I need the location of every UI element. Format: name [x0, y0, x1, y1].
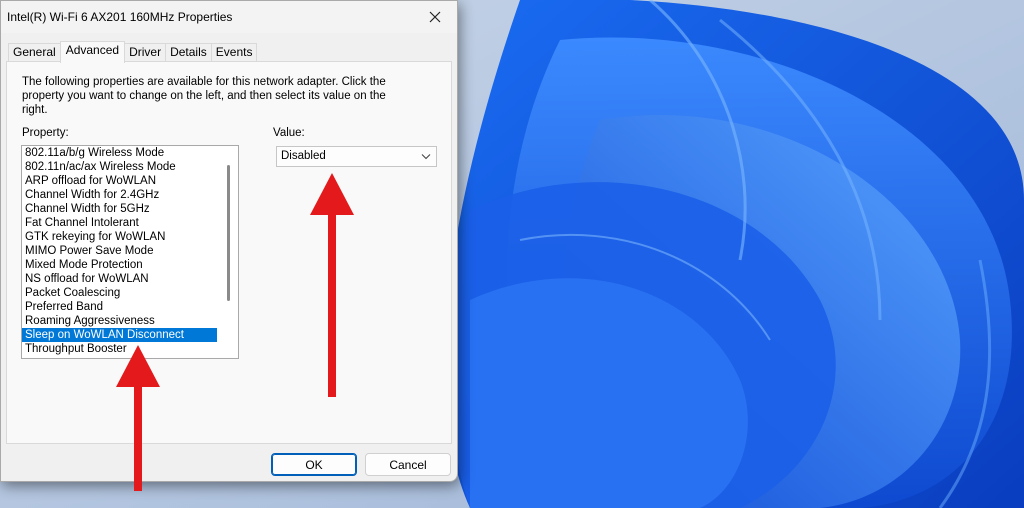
- property-list-item[interactable]: Fat Channel Intolerant: [22, 216, 217, 230]
- cancel-button[interactable]: Cancel: [365, 453, 451, 476]
- property-list-item[interactable]: MIMO Power Save Mode: [22, 244, 217, 258]
- ok-button[interactable]: OK: [271, 453, 357, 476]
- property-list-item[interactable]: Mixed Mode Protection: [22, 258, 217, 272]
- description-text: The following properties are available f…: [22, 76, 386, 116]
- property-list-item[interactable]: Channel Width for 5GHz: [22, 202, 217, 216]
- property-list-item[interactable]: 802.11n/ac/ax Wireless Mode: [22, 160, 217, 174]
- scrollbar-thumb[interactable]: [227, 165, 230, 301]
- tab-advanced[interactable]: Advanced: [59, 41, 126, 63]
- tab-events[interactable]: Events: [210, 43, 258, 62]
- close-button[interactable]: [413, 1, 457, 33]
- title-bar[interactable]: Intel(R) Wi-Fi 6 AX201 160MHz Properties: [1, 1, 457, 33]
- property-listbox[interactable]: 802.11a/b/g Wireless Mode 802.11n/ac/ax W…: [21, 145, 239, 359]
- property-list-item[interactable]: Channel Width for 2.4GHz: [22, 188, 217, 202]
- value-dropdown[interactable]: Disabled: [276, 146, 437, 167]
- tab-strip: General Advanced Driver Details Events: [8, 41, 258, 63]
- value-label: Value:: [273, 127, 305, 139]
- property-list-item[interactable]: GTK rekeying for WoWLAN: [22, 230, 217, 244]
- property-list: 802.11a/b/g Wireless Mode 802.11n/ac/ax W…: [22, 146, 238, 356]
- advanced-tab-panel: The following properties are available f…: [6, 61, 452, 444]
- property-list-item[interactable]: 802.11a/b/g Wireless Mode: [22, 146, 217, 160]
- window-title: Intel(R) Wi-Fi 6 AX201 160MHz Properties: [7, 10, 233, 24]
- property-list-item[interactable]: Preferred Band: [22, 300, 217, 314]
- property-list-item[interactable]: Packet Coalescing: [22, 286, 217, 300]
- property-list-item[interactable]: Sleep on WoWLAN Disconnect: [22, 328, 217, 342]
- red-arrow-up-icon: [310, 173, 354, 397]
- property-list-item[interactable]: ARP offload for WoWLAN: [22, 174, 217, 188]
- adapter-properties-dialog: Intel(R) Wi-Fi 6 AX201 160MHz Properties…: [0, 0, 458, 482]
- value-dropdown-selected: Disabled: [281, 150, 326, 162]
- property-label: Property:: [22, 127, 69, 139]
- property-list-scrollbar[interactable]: [222, 149, 236, 355]
- tab-driver[interactable]: Driver: [124, 43, 167, 62]
- close-icon: [429, 11, 441, 23]
- chevron-down-icon: [421, 154, 431, 160]
- property-list-item[interactable]: Roaming Aggressiveness: [22, 314, 217, 328]
- property-list-item[interactable]: NS offload for WoWLAN: [22, 272, 217, 286]
- red-arrow-up-icon: [116, 345, 160, 491]
- tab-general[interactable]: General: [8, 43, 61, 62]
- tab-details[interactable]: Details: [165, 43, 212, 62]
